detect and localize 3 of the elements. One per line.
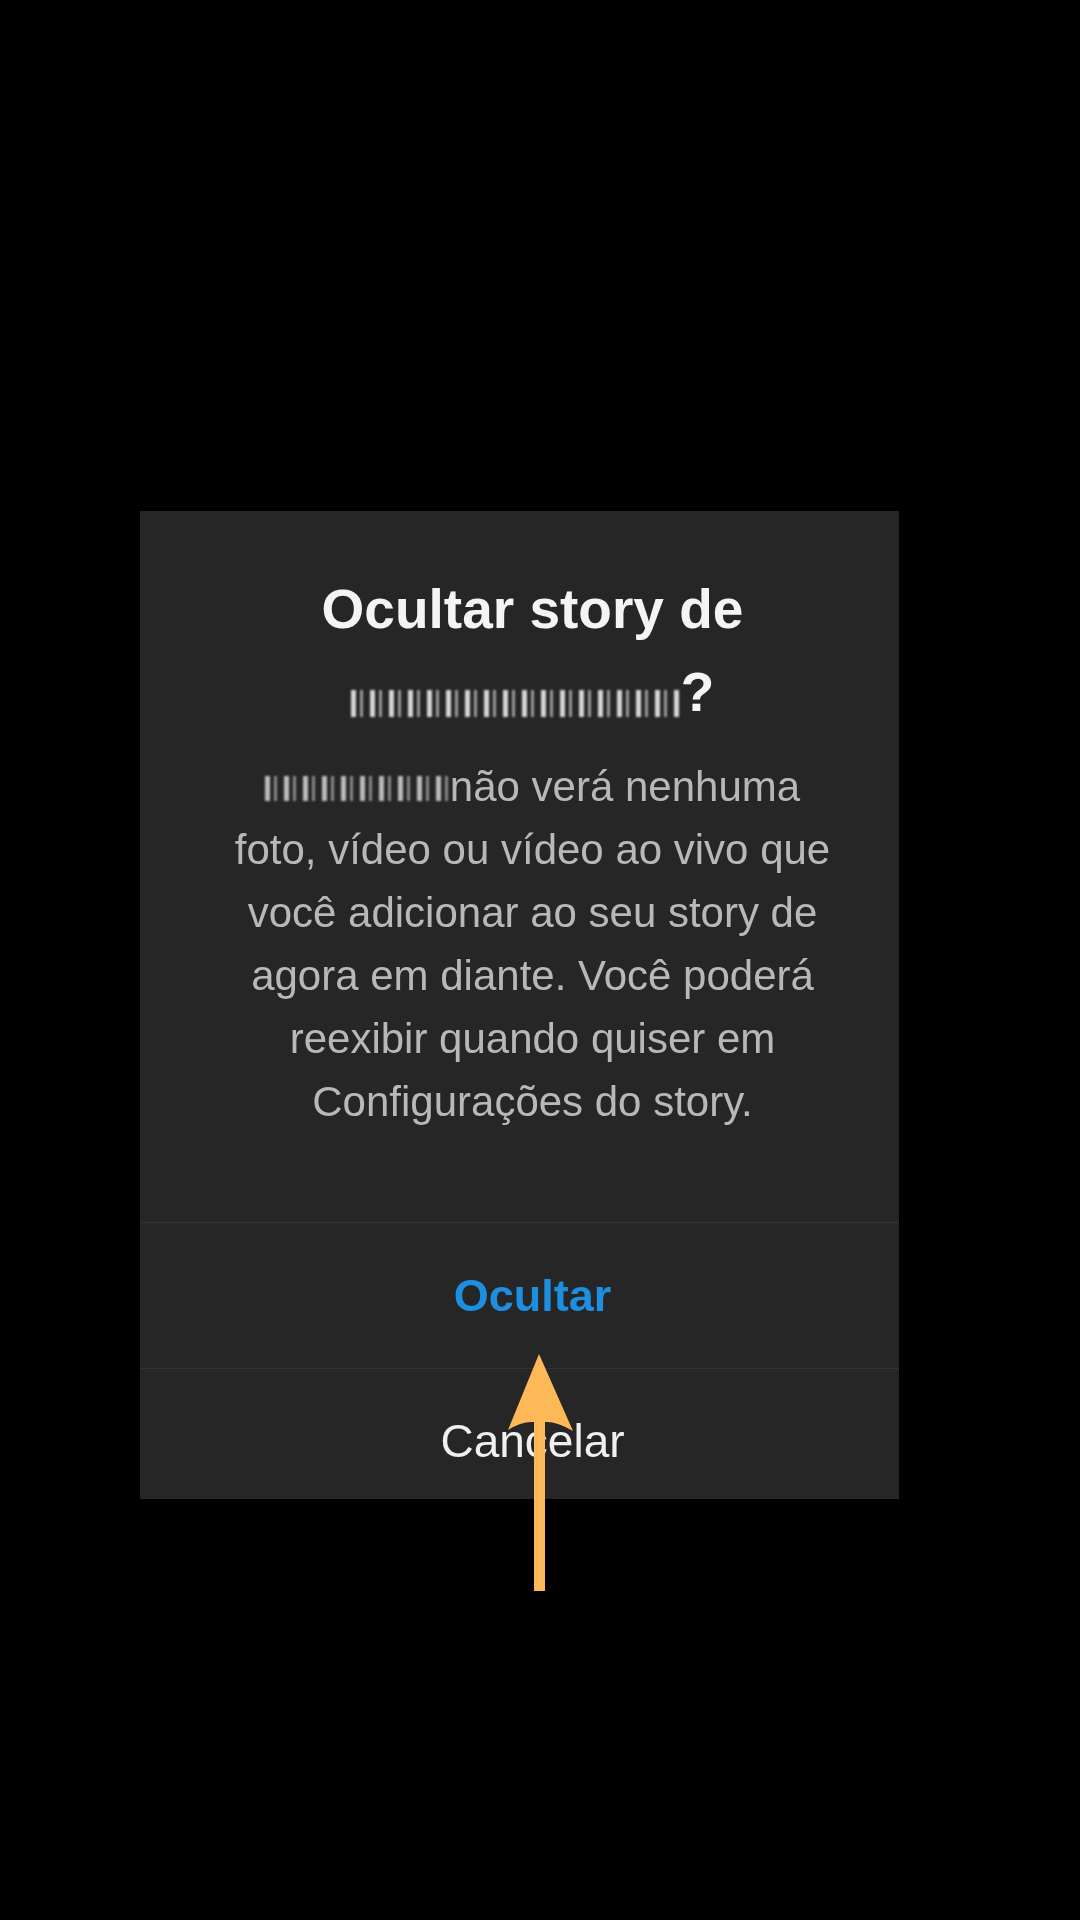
dialog-message: não verá nenhuma foto, vídeo ou vídeo ao vivo que você adicionar ao seu story de agora em diante. Você poderá reexibir quando quiser em Configurações do story. (234, 763, 831, 1125)
dialog-title: Ocultar story de (321, 577, 744, 642)
dialog-title-end: ? (680, 660, 715, 725)
